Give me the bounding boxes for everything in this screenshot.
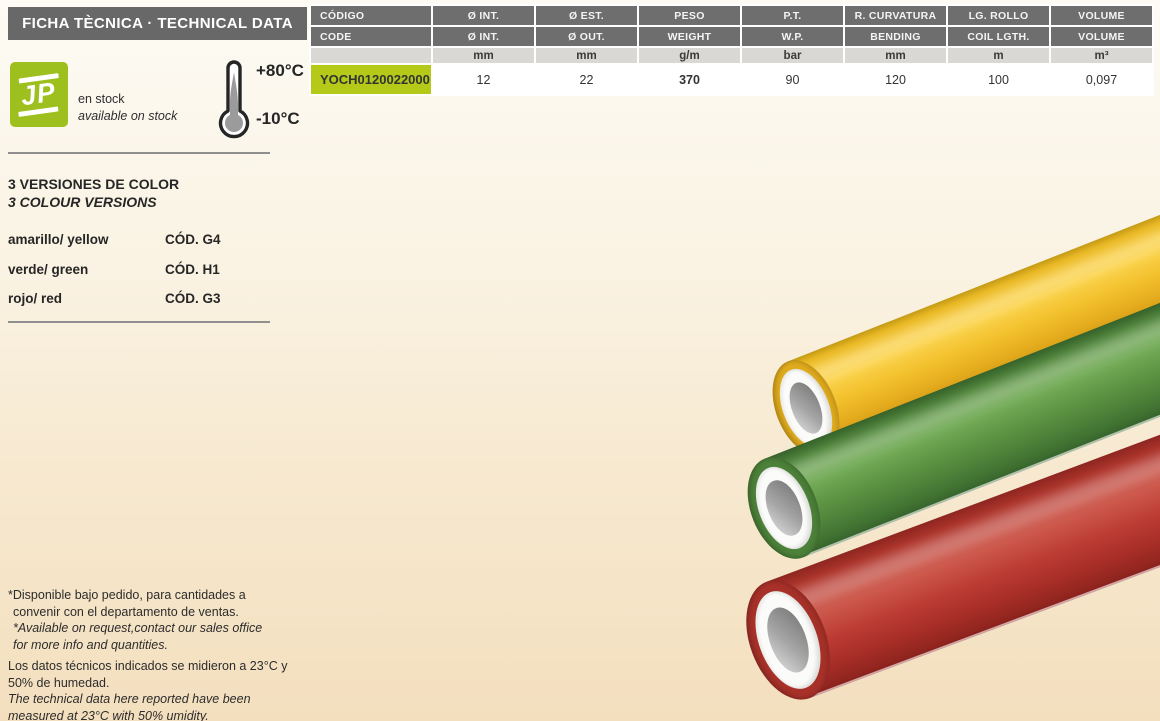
unit-mm-bending: mm	[845, 48, 946, 63]
thermometer-icon	[212, 58, 256, 140]
hose-green-bore	[759, 476, 809, 541]
header-bending: BENDING	[845, 27, 946, 46]
unit-m3: m³	[1051, 48, 1152, 63]
value-coil-length: 100	[948, 65, 1049, 94]
temperature-max-label: +80°C	[256, 61, 304, 81]
divider-top	[8, 152, 270, 154]
header-peso: PESO	[639, 6, 740, 25]
footnotes: *Disponible bajo pedido, para cantidades…	[8, 587, 318, 721]
footnote-availability-en-line2: for more info and quantities.	[8, 637, 318, 654]
unit-m: m	[948, 48, 1049, 63]
header-volume-en: VOLUME	[1051, 27, 1152, 46]
colour-version-red: rojo/ red CÓD. G3	[8, 291, 270, 306]
header-diam-out: Ø OUT.	[536, 27, 637, 46]
jp-logo-text: JP	[20, 79, 58, 109]
stock-availability: en stock available on stock	[78, 91, 177, 125]
value-bending-radius: 120	[845, 65, 946, 94]
colour-versions-title-es: 3 VERSIONES DE COLOR	[8, 175, 179, 193]
footnote-measurement-es-line2: 50% de humedad.	[8, 675, 318, 692]
colour-version-yellow: amarillo/ yellow CÓD. G4	[8, 232, 270, 247]
spec-table: CÓDIGO Ø INT. Ø EST. PESO P.T. R. CURVAT…	[309, 4, 1154, 96]
hose-yellow-bore	[783, 378, 829, 439]
header-codigo: CÓDIGO	[311, 6, 431, 25]
technical-data-sheet: FICHA TÈCNICA · TECHNICAL DATA CÓDIGO Ø …	[0, 0, 1160, 721]
stock-text-en: available on stock	[78, 108, 177, 125]
colour-name-yellow: amarillo/ yellow	[8, 232, 109, 247]
jp-logo: JP	[10, 62, 68, 127]
unit-mm-int: mm	[433, 48, 534, 63]
unit-empty	[311, 48, 431, 63]
header-weight: WEIGHT	[639, 27, 740, 46]
colour-name-green: verde/ green	[8, 262, 88, 277]
header-rollo: LG. ROLLO	[948, 6, 1049, 25]
colour-versions-title-en: 3 COLOUR VERSIONS	[8, 193, 179, 211]
header-pt: P.T.	[742, 6, 843, 25]
header-diam-est: Ø EST.	[536, 6, 637, 25]
footnote-measurement-es-line1: Los datos técnicos indicados se midieron…	[8, 658, 318, 675]
divider-bottom	[8, 321, 270, 323]
unit-mm-out: mm	[536, 48, 637, 63]
table-header-row-en: CODE Ø INT. Ø OUT. WEIGHT W.P. BENDING C…	[311, 27, 1152, 46]
colour-name-red: rojo/ red	[8, 291, 62, 306]
hose-red-bore	[759, 602, 816, 677]
footnote-availability-en-line1: *Available on request,contact our sales …	[8, 620, 318, 637]
unit-gm: g/m	[639, 48, 740, 63]
table-units-row: mm mm g/m bar mm m m³	[311, 48, 1152, 63]
footnote-availability-es-line1: *Disponible bajo pedido, para cantidades…	[8, 587, 318, 604]
header-diam-int-es: Ø INT.	[433, 6, 534, 25]
table-data-row: YOCH0120022000 12 22 370 90 120 100 0,09…	[311, 65, 1152, 94]
footnote-measurement-en-line2: measured at 23°C with 50% umidity.	[8, 708, 318, 721]
header-code: CODE	[311, 27, 431, 46]
colour-code-green: CÓD. H1	[165, 262, 220, 277]
footnote-availability-es-line2: convenir con el departamento de ventas.	[8, 604, 318, 621]
colour-version-green: verde/ green CÓD. H1	[8, 262, 270, 277]
header-coil-lgth: COIL LGTH.	[948, 27, 1049, 46]
value-weight: 370	[639, 65, 740, 94]
colour-code-red: CÓD. G3	[165, 291, 221, 306]
page-title: FICHA TÈCNICA · TECHNICAL DATA	[8, 7, 307, 40]
value-volume: 0,097	[1051, 65, 1152, 94]
colour-versions-title: 3 VERSIONES DE COLOR 3 COLOUR VERSIONS	[8, 175, 179, 211]
colour-code-yellow: CÓD. G4	[165, 232, 221, 247]
footnote-measurement-en-line1: The technical data here reported have be…	[8, 691, 318, 708]
temperature-min-label: -10°C	[256, 109, 300, 129]
jp-logo-inner: JP	[19, 73, 59, 115]
stock-text-es: en stock	[78, 91, 177, 108]
value-int-diameter: 12	[433, 65, 534, 94]
table-header-row-es: CÓDIGO Ø INT. Ø EST. PESO P.T. R. CURVAT…	[311, 6, 1152, 25]
header-diam-int-en: Ø INT.	[433, 27, 534, 46]
header-volume-es: VOLUME	[1051, 6, 1152, 25]
value-out-diameter: 22	[536, 65, 637, 94]
value-working-pressure: 90	[742, 65, 843, 94]
header-curvatura: R. CURVATURA	[845, 6, 946, 25]
header-wp: W.P.	[742, 27, 843, 46]
product-code: YOCH0120022000	[311, 65, 431, 94]
unit-bar: bar	[742, 48, 843, 63]
